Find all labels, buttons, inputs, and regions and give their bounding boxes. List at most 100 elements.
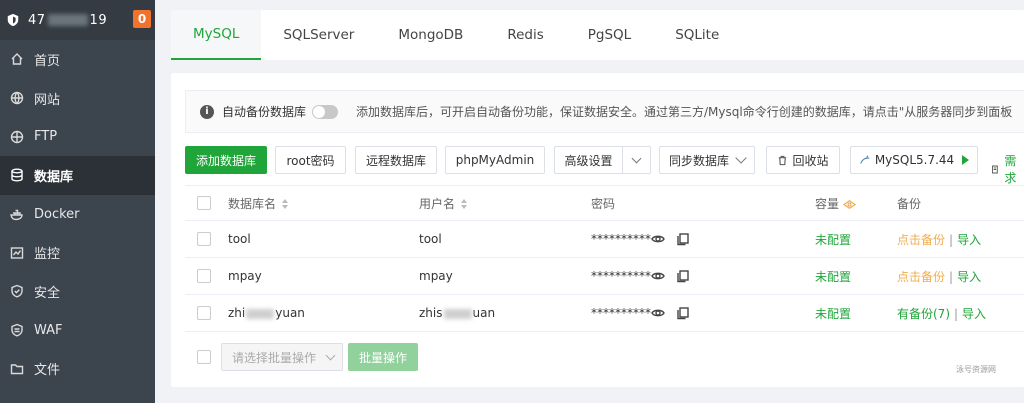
tab-pgsql[interactable]: PgSQL: [566, 10, 653, 60]
sidebar-item-ftp[interactable]: FTP: [0, 117, 155, 156]
notification-badge[interactable]: 0: [133, 10, 151, 28]
trash-icon: [779, 155, 787, 165]
table-row: zhi yuan zhis uan ********** 未配置 有备份(7) | 导入: [185, 295, 1024, 332]
advanced-settings-button[interactable]: 高级设置: [554, 146, 623, 174]
show-password-icon[interactable]: [651, 306, 665, 323]
advanced-settings-dropdown[interactable]: [623, 146, 651, 174]
import-link[interactable]: 导入: [962, 307, 986, 321]
auto-backup-notice: i 自动备份数据库 添加数据库后，可开启自动备份功能，保证数据安全。通过第三方/…: [185, 90, 1024, 133]
sidebar-item-website[interactable]: 网站: [0, 79, 155, 118]
db-password: **********: [591, 306, 651, 320]
chevron-down-icon: [325, 350, 336, 361]
play-icon: [962, 155, 970, 165]
row-checkbox[interactable]: [197, 306, 211, 320]
tab-sqlserver[interactable]: SQLServer: [261, 10, 376, 60]
sidebar-item-docker[interactable]: Docker: [0, 195, 155, 234]
notice-text: 添加数据库后，可开启自动备份功能，保证数据安全。通过第三方/Mysql命令行创建…: [356, 105, 1013, 119]
header-capacity: 容量: [815, 195, 857, 212]
sidebar-item-security[interactable]: 安全: [0, 272, 155, 311]
db-name: zhi yuan: [228, 306, 305, 320]
copy-password-icon[interactable]: [676, 269, 690, 286]
table-header-row: 数据库名 用户名 密码 容量 备份: [185, 185, 1024, 221]
db-name: tool: [228, 232, 251, 246]
auto-backup-toggle[interactable]: [312, 104, 339, 119]
sidebar-item-monitor[interactable]: 监控: [0, 233, 155, 272]
mysql-dolphin-icon: [860, 155, 870, 164]
backup-actions: 点击备份 | 导入: [897, 232, 982, 247]
folder-icon: [10, 364, 24, 375]
tab-sqlite[interactable]: SQLite: [653, 10, 741, 60]
tab-redis[interactable]: Redis: [485, 10, 565, 60]
sidebar-item-database[interactable]: 数据库: [0, 156, 155, 195]
shield-icon: [11, 285, 23, 299]
watermark: 泳号资源网: [956, 365, 996, 374]
capacity-status[interactable]: 未配置: [815, 231, 851, 248]
waf-icon: [11, 323, 23, 337]
show-password-icon[interactable]: [651, 269, 665, 286]
add-database-button[interactable]: 添加数据库: [185, 146, 267, 174]
table-row: mpay mpay ********** 未配置 点击备份 | 导入: [185, 258, 1024, 295]
sidebar-item-files[interactable]: 文件: [0, 350, 155, 389]
info-icon: i: [200, 104, 214, 119]
main-panel: i 自动备份数据库 添加数据库后，可开启自动备份功能，保证数据安全。通过第三方/…: [171, 73, 1024, 387]
recycle-bin-button[interactable]: 回收站: [766, 146, 840, 174]
show-password-icon[interactable]: [651, 232, 665, 249]
remote-database-button[interactable]: 远程数据库: [355, 146, 437, 174]
import-link[interactable]: 导入: [957, 270, 981, 284]
home-icon: [11, 53, 23, 66]
sidebar: 47 19 0 首页 网站 FTP 数据库 Docker 监控 安全 WAF 文件: [0, 0, 155, 403]
globe-icon: [10, 91, 24, 105]
monitor-icon: [10, 247, 24, 259]
db-user: tool: [419, 232, 442, 246]
batch-operation-select[interactable]: 请选择批量操作: [221, 343, 343, 371]
db-name: mpay: [228, 269, 262, 283]
row-checkbox[interactable]: [197, 269, 211, 283]
db-password: **********: [591, 232, 651, 246]
backup-actions: 有备份(7) | 导入: [897, 306, 987, 321]
tab-mysql[interactable]: MySQL: [171, 10, 262, 60]
requirements-link[interactable]: 需求: [991, 152, 1024, 186]
header-db-name[interactable]: 数据库名: [228, 195, 289, 212]
footer-select-all-checkbox[interactable]: [197, 350, 211, 364]
sort-icon: [282, 199, 289, 209]
import-link[interactable]: 导入: [957, 233, 981, 247]
server-host: 47 19: [28, 12, 108, 28]
sidebar-item-home[interactable]: 首页: [0, 40, 155, 79]
row-checkbox[interactable]: [197, 232, 211, 246]
copy-password-icon[interactable]: [676, 232, 690, 249]
sidebar-header: 47 19 0: [0, 0, 155, 40]
auto-backup-label: 自动备份数据库: [222, 105, 307, 119]
header-password: 密码: [591, 196, 616, 211]
capacity-status[interactable]: 未配置: [815, 305, 851, 322]
batch-footer: 请选择批量操作 批量操作: [185, 343, 585, 371]
phpmyadmin-button[interactable]: phpMyAdmin: [445, 146, 545, 174]
chevron-down-icon: [735, 152, 747, 164]
batch-operation-button[interactable]: 批量操作: [348, 343, 418, 371]
sync-database-button[interactable]: 同步数据库: [659, 146, 755, 174]
db-type-tabs: MySQL SQLServer MongoDB Redis PgSQL SQLi…: [171, 10, 1024, 60]
backup-link[interactable]: 有备份(7): [897, 307, 950, 321]
database-icon: [11, 168, 23, 182]
tab-mongodb[interactable]: MongoDB: [376, 10, 485, 60]
header-backup: 备份: [897, 196, 922, 211]
backup-actions: 点击备份 | 导入: [897, 269, 982, 284]
backup-link[interactable]: 点击备份: [897, 233, 945, 247]
capacity-eye-icon: [842, 199, 857, 209]
shield-logo-icon: [7, 13, 19, 27]
database-table: 数据库名 用户名 密码 容量 备份 tool tool ********** 未…: [185, 185, 1024, 332]
copy-password-icon[interactable]: [676, 306, 690, 323]
select-all-checkbox[interactable]: [197, 196, 211, 210]
chevron-down-icon: [631, 153, 642, 163]
capacity-status[interactable]: 未配置: [815, 268, 851, 285]
db-user: zhis uan: [419, 306, 496, 320]
toolbar: 添加数据库 root密码 远程数据库 phpMyAdmin 高级设置 同步数据库…: [185, 146, 1024, 185]
backup-link[interactable]: 点击备份: [897, 270, 945, 284]
mysql-version-button[interactable]: MySQL5.7.44: [850, 146, 978, 174]
db-password: **********: [591, 269, 651, 283]
sort-icon: [461, 199, 468, 209]
advanced-settings-split-button: 高级设置: [554, 146, 651, 174]
root-password-button[interactable]: root密码: [275, 146, 346, 174]
header-username[interactable]: 用户名: [419, 195, 468, 212]
sidebar-item-waf[interactable]: WAF: [0, 311, 155, 350]
ftp-icon: [10, 130, 24, 143]
